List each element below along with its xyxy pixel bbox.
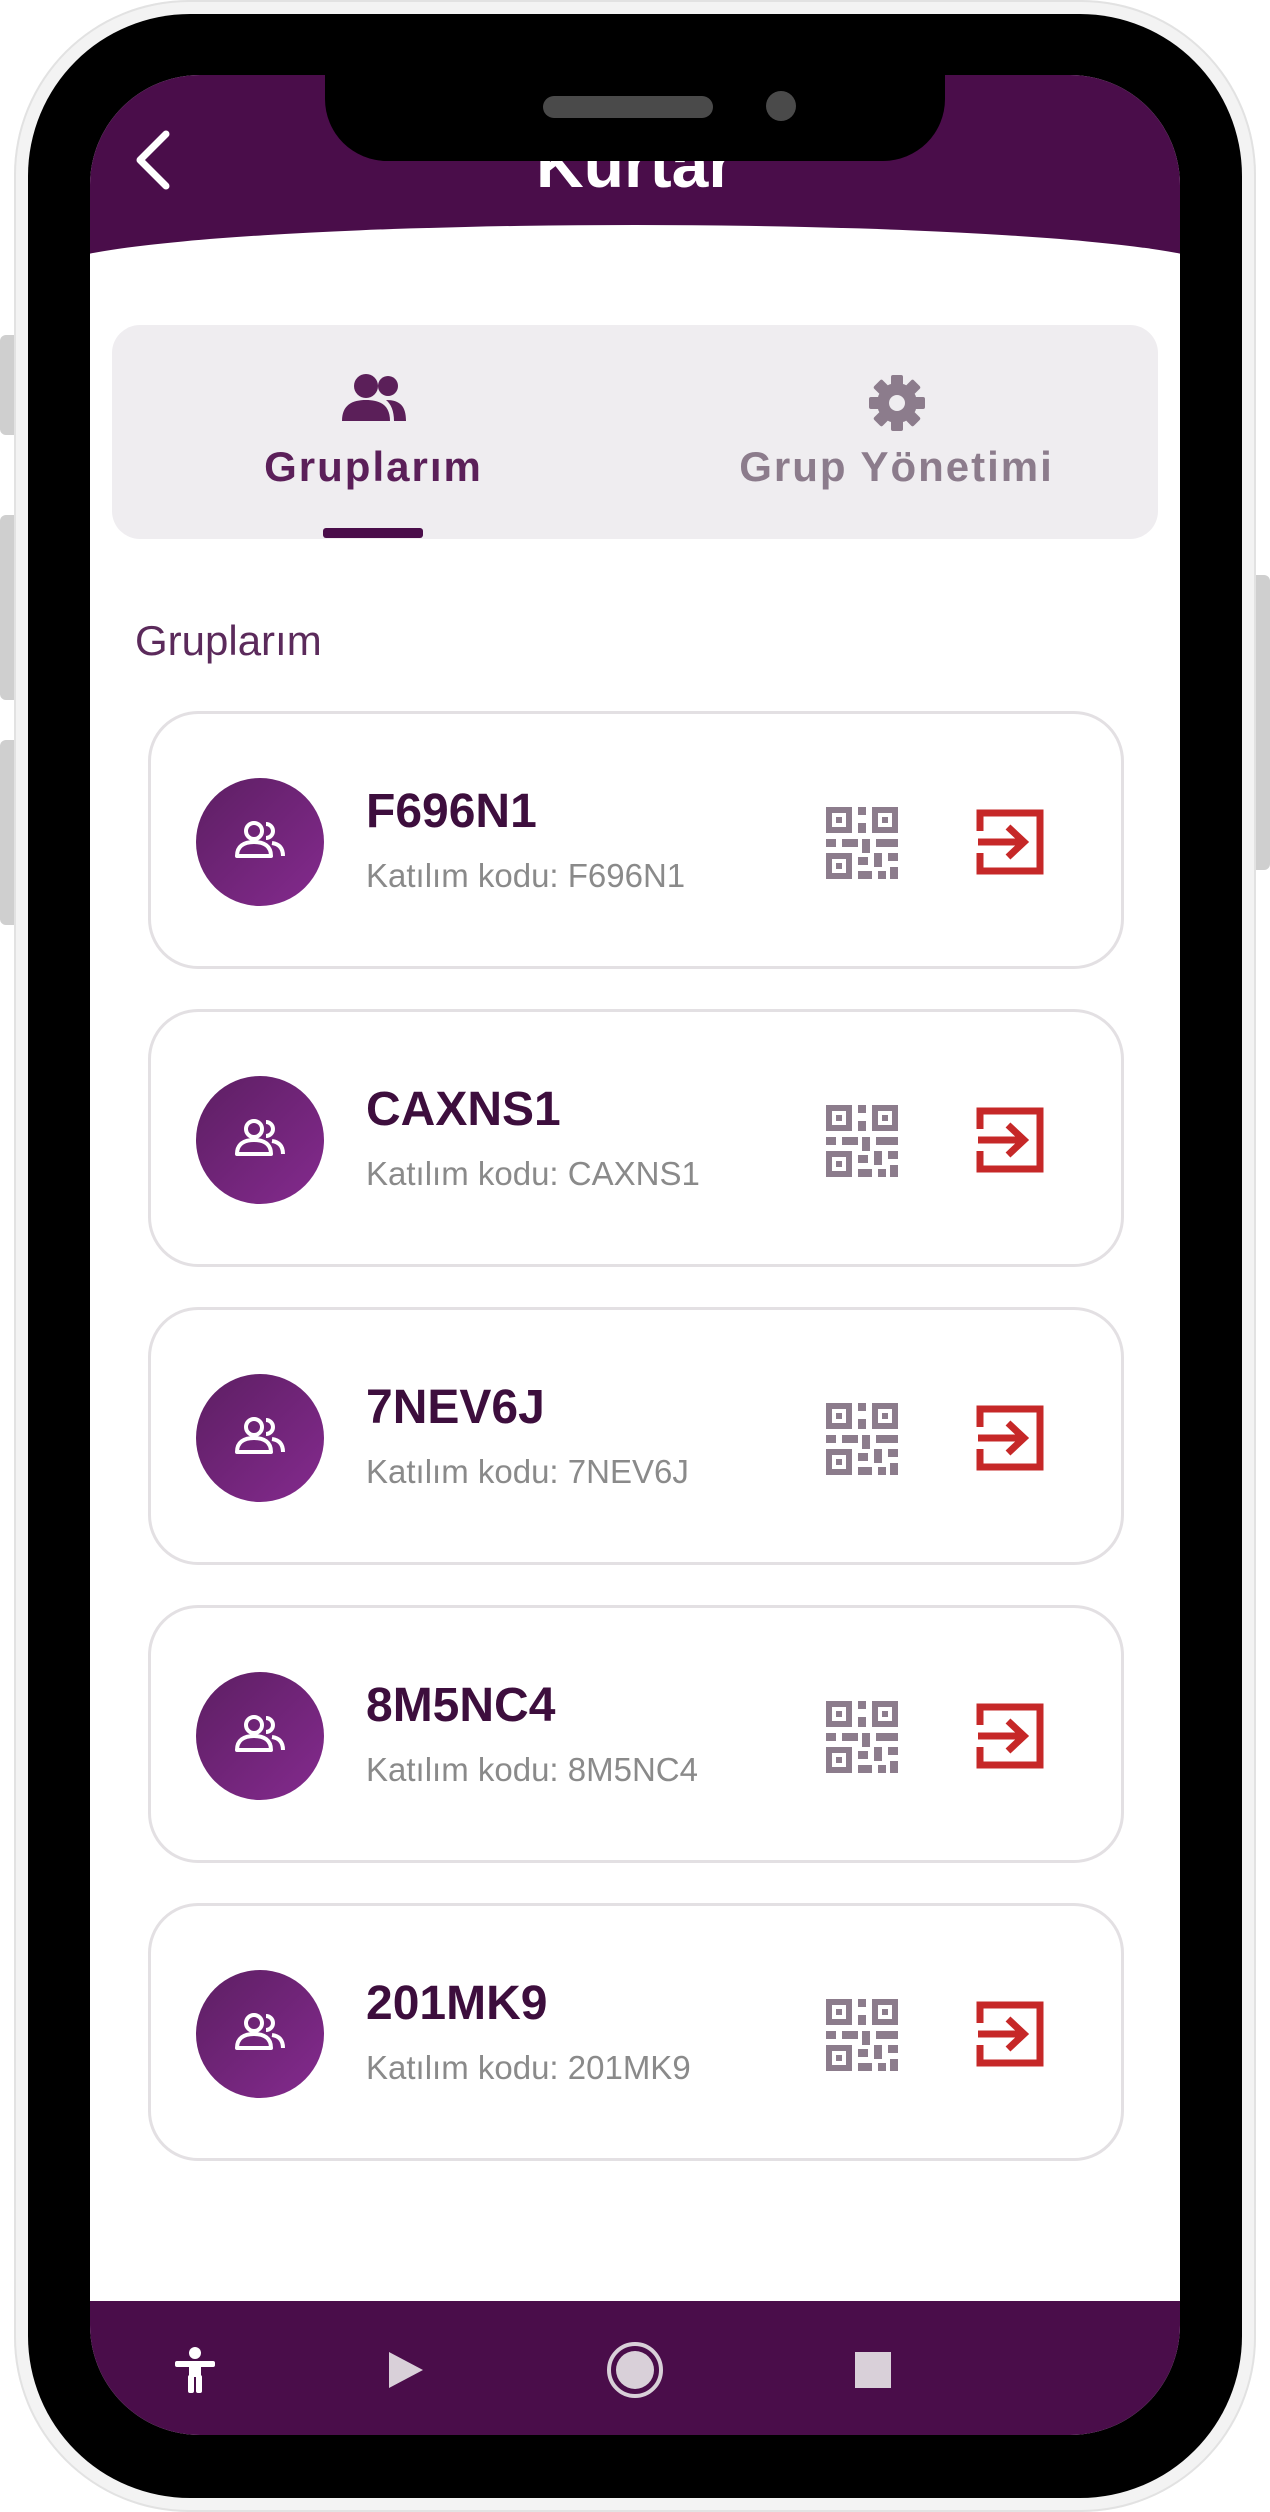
group-avatar xyxy=(196,1374,324,1502)
group-card[interactable]: 7NEV6J Katılım kodu: 7NEV6J xyxy=(148,1307,1124,1565)
tab-group-management[interactable]: Grup Yönetimi xyxy=(635,325,1158,539)
tab-group-management-label: Grup Yönetimi xyxy=(739,443,1054,490)
phone-notch xyxy=(325,75,945,161)
qr-code-icon xyxy=(826,1999,898,2071)
qr-code-button[interactable] xyxy=(826,807,898,879)
header-curve xyxy=(90,225,1180,335)
qr-code-button[interactable] xyxy=(826,1403,898,1475)
phone-silent-switch xyxy=(0,335,14,435)
phone-camera xyxy=(766,91,796,121)
join-group-button[interactable] xyxy=(974,1997,1048,2071)
accessibility-icon xyxy=(175,2347,215,2393)
group-avatar xyxy=(196,1672,324,1800)
section-title: Gruplarım xyxy=(135,617,322,664)
join-code: Katılım kodu: 8M5NC4 xyxy=(366,1751,698,1788)
phone-volume-down xyxy=(0,740,14,925)
qr-code-icon xyxy=(826,1105,898,1177)
join-code: Katılım kodu: 201MK9 xyxy=(366,2049,691,2086)
group-card[interactable]: F696N1 Katılım kodu: F696N1 xyxy=(148,711,1124,969)
login-icon xyxy=(976,2001,1044,2067)
group-icon xyxy=(341,374,406,421)
phone-volume-up xyxy=(0,515,14,700)
qr-code-icon xyxy=(826,1403,898,1475)
join-code: Katılım kodu: 7NEV6J xyxy=(366,1453,689,1490)
active-tab-indicator xyxy=(323,528,423,538)
bottom-navigation-bar xyxy=(90,2301,1180,2435)
phone-speaker xyxy=(543,96,713,118)
join-group-button[interactable] xyxy=(974,1401,1048,1475)
join-group-button[interactable] xyxy=(974,805,1048,879)
login-icon xyxy=(976,809,1044,875)
join-group-button[interactable] xyxy=(974,1103,1048,1177)
group-name: CAXNS1 xyxy=(366,1083,561,1136)
home-button[interactable] xyxy=(600,2335,670,2405)
qr-code-icon xyxy=(826,1701,898,1773)
qr-code-icon xyxy=(826,807,898,879)
stop-icon xyxy=(855,2352,891,2388)
login-icon xyxy=(976,1107,1044,1173)
join-group-button[interactable] xyxy=(974,1699,1048,1773)
login-icon xyxy=(976,1405,1044,1471)
gear-icon xyxy=(868,375,925,431)
tab-my-groups[interactable]: Gruplarım xyxy=(112,325,635,539)
qr-code-button[interactable] xyxy=(826,1105,898,1177)
group-avatar xyxy=(196,1970,324,2098)
play-button[interactable] xyxy=(370,2335,440,2405)
login-icon xyxy=(976,1703,1044,1769)
phone-power-button xyxy=(1256,575,1270,870)
group-icon xyxy=(235,2013,285,2050)
accessibility-button[interactable] xyxy=(160,2335,230,2405)
group-icon xyxy=(235,1715,285,1752)
group-card[interactable]: CAXNS1 Katılım kodu: CAXNS1 xyxy=(148,1009,1124,1267)
join-code: Katılım kodu: F696N1 xyxy=(366,857,686,894)
group-name: 8M5NC4 xyxy=(366,1679,556,1732)
tab-my-groups-label: Gruplarım xyxy=(264,443,483,490)
group-card[interactable]: 8M5NC4 Katılım kodu: 8M5NC4 xyxy=(148,1605,1124,1863)
group-name: 201MK9 xyxy=(366,1977,548,2030)
group-icon xyxy=(235,821,285,858)
group-icon xyxy=(235,1417,285,1454)
qr-code-button[interactable] xyxy=(826,1999,898,2071)
play-icon xyxy=(389,2352,423,2388)
group-avatar xyxy=(196,1076,324,1204)
join-code: Katılım kodu: CAXNS1 xyxy=(366,1155,700,1192)
group-card[interactable]: 201MK9 Katılım kodu: 201MK9 xyxy=(148,1903,1124,2161)
group-name: F696N1 xyxy=(366,785,537,838)
home-circle-icon xyxy=(607,2342,663,2398)
group-icon xyxy=(235,1119,285,1156)
tab-bar: Gruplarım Grup Yönetimi xyxy=(112,325,1158,539)
qr-code-button[interactable] xyxy=(826,1701,898,1773)
group-name: 7NEV6J xyxy=(366,1381,545,1434)
group-avatar xyxy=(196,778,324,906)
app-screen: Kurtar Gruplarım Grup Yönetimi Gruplarım… xyxy=(90,75,1180,2435)
stop-button[interactable] xyxy=(838,2335,908,2405)
